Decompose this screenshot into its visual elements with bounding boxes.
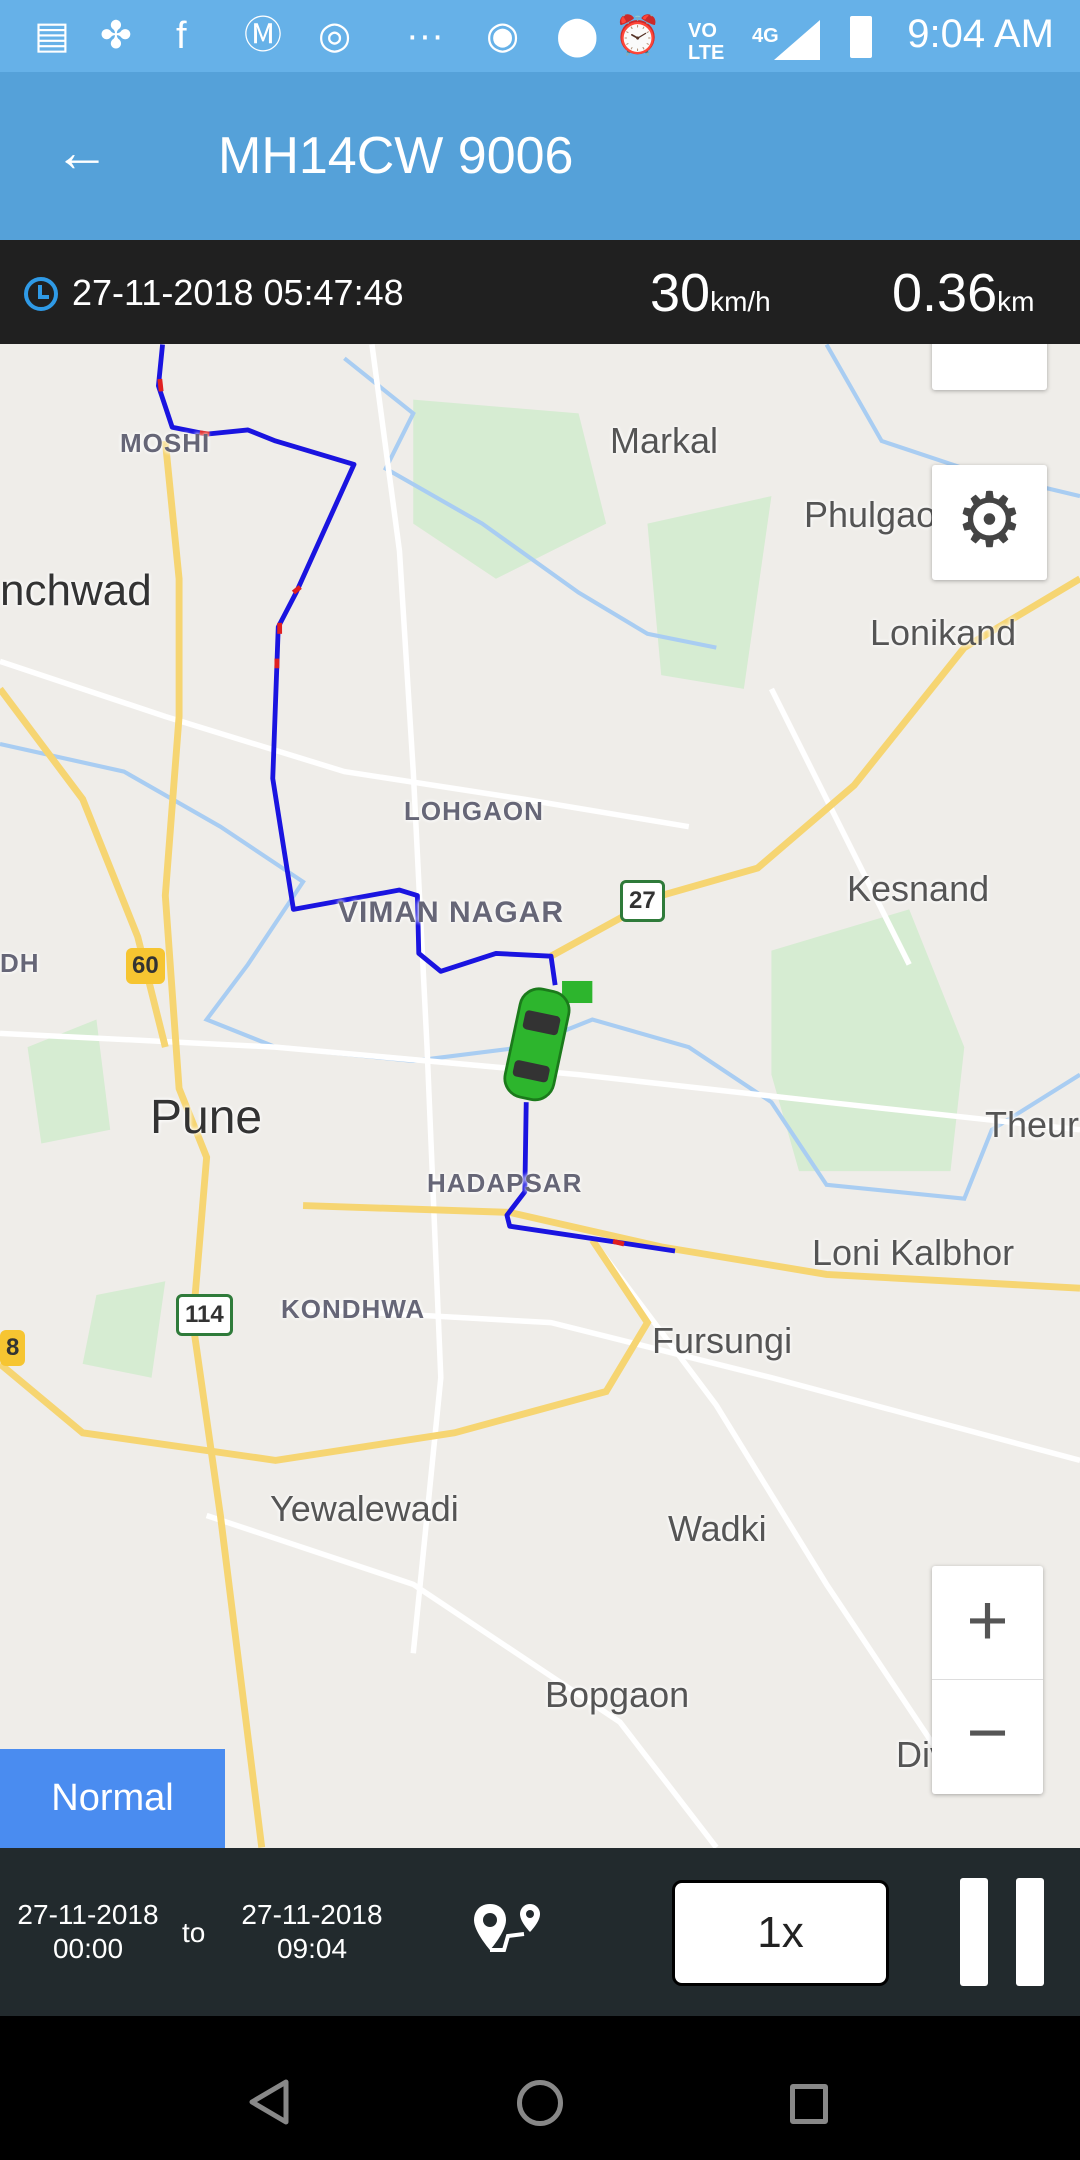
pause-icon [960,1878,988,1986]
volte-icon: VO LTE [688,20,725,64]
gear-icon: ⚙ [955,478,1024,563]
map-type-button[interactable]: Normal [0,1749,225,1848]
location-icon: ⬤ [556,15,599,57]
distance-value: 0.36 [892,263,998,323]
highway-shield: 60 [126,948,165,984]
nav-home-icon[interactable] [517,2080,563,2126]
current-datetime: 27-11-2018 05:47:48 [72,272,404,313]
map-label: Yewalewadi [270,1488,459,1529]
map-label: Kesnand [847,868,990,909]
highway-shield: 8 [0,1330,26,1366]
speed-value: 30 [650,263,711,323]
map-label: Markal [610,420,719,461]
arrow-left-icon[interactable]: ← [54,122,114,182]
map-label: Wadki [668,1508,767,1549]
status-bar: ▤ ✤ f Ⓜ ◎ ··· ◉ ⬤ ⏰ VO LTE 4G 9:04 AM [0,0,1080,72]
nav-recents-icon[interactable] [790,2084,828,2124]
map-label: nchwad [0,566,152,615]
map-label: DH [0,948,40,978]
to-label: to [182,1917,206,1948]
from-datetime[interactable]: 27-11-2018 00:00 [8,1898,168,1966]
map-label: MOSHI [120,428,211,458]
vehicle-car-icon [503,987,571,1102]
notes-icon: ▤ [34,15,70,57]
my-location-button[interactable] [932,344,1047,390]
zoom-in-button[interactable]: + [932,1566,1043,1680]
pause-icon [1016,1878,1044,1986]
from-date: 27-11-2018 [17,1899,159,1930]
clock-icon [24,277,58,311]
map-view[interactable]: Markal MOSHI Phulgao nchwad Lonikand LOH… [0,344,1080,1848]
battery-icon [850,16,872,58]
settings-button[interactable]: ⚙ [932,465,1047,580]
app-bar: ← MH14CW 9006 [0,72,1080,240]
map-label: HADAPSAR [427,1168,583,1198]
chrome-icon: ◎ [318,15,352,57]
map-label: Phulgao [804,494,937,535]
to-datetime[interactable]: 27-11-2018 09:04 [232,1898,392,1966]
speed-unit: km/h [710,286,771,317]
page-title: MH14CW 9006 [218,127,574,185]
to-date: 27-11-2018 [241,1899,383,1930]
from-time: 00:00 [52,1933,124,1964]
alarm-icon: ⏰ [614,15,662,57]
map-label: LOHGAON [404,796,544,826]
more-icon: ··· [406,15,444,57]
map-label: Fursungi [652,1320,793,1361]
map-label: Theur [985,1104,1080,1145]
clock-time: 9:04 AM [907,12,1054,56]
speed-readout: 30km/h [650,262,771,324]
route-icon[interactable] [474,1904,544,1960]
signal-icon [774,20,820,60]
facebook-icon: f [176,15,187,57]
distance-readout: 0.36km [892,262,1034,324]
highway-shield: 27 [620,880,665,922]
nav-back-icon[interactable] [246,2078,292,2126]
map-label: Lonikand [870,612,1017,653]
map-label: Loni Kalbhor [812,1232,1015,1273]
playback-speed-button[interactable]: 1x [672,1880,889,1986]
map-label: Bopgaon [545,1674,690,1715]
map-label: KONDHWA [281,1294,426,1324]
playback-bar: 27-11-2018 00:00 to 27-11-2018 09:04 1x [0,1848,1080,2016]
fan-app-icon: ✤ [100,15,132,57]
distance-unit: km [997,286,1035,317]
highway-shield: 114 [176,1294,233,1336]
map-label: Pune [150,1091,263,1144]
system-nav-bar [0,2016,1080,2160]
hotspot-icon: ◉ [486,15,520,57]
m-app-icon: Ⓜ [244,15,283,57]
to-time: 09:04 [276,1933,348,1964]
zoom-out-button[interactable]: − [932,1680,1043,1793]
zoom-controls: + − [932,1566,1043,1794]
map-label: VIMAN NAGAR [338,896,564,929]
